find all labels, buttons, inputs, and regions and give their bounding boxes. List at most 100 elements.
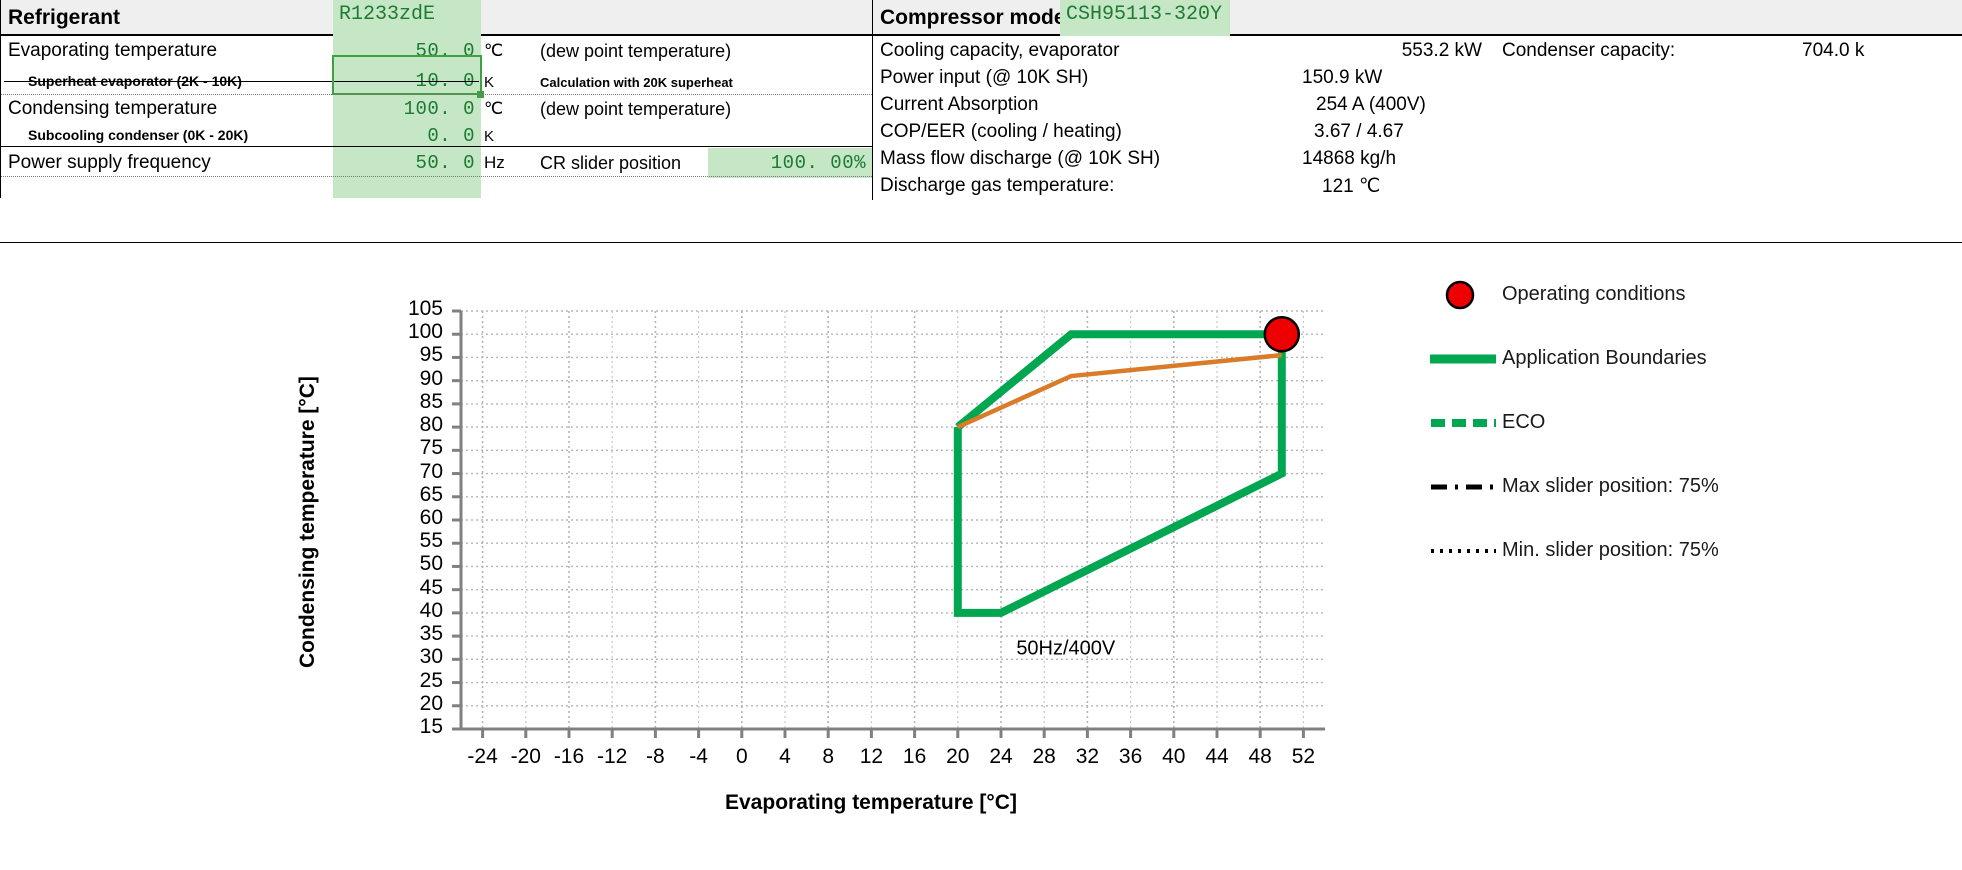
x-axis-tick-label: 32 (1075, 745, 1100, 768)
discharge-gas-temperature-value: 121 ℃ (1322, 176, 1381, 197)
cr-slider-position-label: CR slider position (540, 153, 682, 173)
row-superheat-evaporator: Superheat evaporator (2K - 10K) 10. 0 K … (0, 55, 872, 98)
row-power-supply-frequency: Power supply frequency 50. 0 Hz CR slide… (0, 148, 872, 178)
operating-point-marker[interactable] (1263, 315, 1301, 353)
mass-flow-discharge-value: 14868 kg/h (1302, 148, 1397, 169)
legend-item: Min. slider position: 75% (1430, 529, 1950, 573)
y-axis-tick-label: 80 (419, 413, 443, 437)
row-condensing-temperature: Condensing temperature 100. 0 ℃ (dew poi… (0, 94, 872, 121)
chart-annotation: 50Hz/400V (1016, 638, 1116, 660)
legend-label: Min. slider position: 75% (1502, 539, 1719, 561)
x-axis-tick-label: 20 (946, 745, 970, 768)
refrigerant-header-label: Refrigerant (8, 6, 121, 29)
cooling-capacity-label: Cooling capacity, evaporator (880, 40, 1120, 61)
y-axis-tick-label: 70 (419, 459, 443, 483)
current-absorption-value: 254 A (400V) (1316, 94, 1426, 115)
legend-label: Operating conditions (1502, 283, 1686, 305)
x-axis-tick-label: 24 (989, 745, 1013, 768)
y-axis-tick-label: 45 (419, 575, 443, 599)
x-axis-tick-label: 12 (859, 745, 884, 768)
x-axis-tick-label: 4 (779, 745, 791, 768)
row-discharge-gas-temperature: Discharge gas temperature: 121 ℃ (872, 171, 1962, 198)
x-axis-title: Evaporating temperature [°C] (725, 791, 1017, 814)
condensing-temperature-note: (dew point temperature) (540, 99, 732, 119)
legend-label: ECO (1502, 411, 1546, 433)
row-current-absorption: Current Absorption 254 A (400V) (872, 90, 1962, 117)
condensing-temperature-unit: ℃ (484, 99, 504, 118)
plot-area-wrapper: 50Hz/400V 15 20 25 30 35 40 45 50 55 60 65 70 75 80 85… (0, 243, 1400, 865)
condensing-temperature-label: Condensing temperature (8, 98, 218, 119)
refrigerant-value[interactable]: R1233zdE (333, 0, 481, 36)
summary-panel: Refrigerant R1233zdE Evaporating tempera… (0, 0, 1962, 242)
cop-eer-label: COP/EER (cooling / heating) (880, 121, 1122, 142)
chart-legend: Operating conditions Application Boundari… (1426, 273, 1950, 593)
y-axis-tick-label: 50 (419, 552, 443, 576)
y-axis-tick-label: 75 (419, 436, 443, 460)
evaporating-temperature-label: Evaporating temperature (8, 40, 218, 61)
row-divider (0, 176, 872, 177)
power-supply-frequency-label: Power supply frequency (8, 152, 211, 173)
y-axis-tick-label: 65 (419, 482, 443, 506)
x-axis-tick-label: 44 (1205, 745, 1229, 768)
y-axis-tick-label: 60 (419, 506, 443, 529)
legend-label: Application Boundaries (1502, 347, 1707, 369)
x-axis-tick-label: 28 (1032, 745, 1056, 768)
subcooling-condenser-unit: K (484, 128, 495, 145)
condenser-capacity-label: Condenser capacity: (1502, 40, 1676, 61)
panel-divider (872, 0, 873, 200)
x-axis-tick-label: -20 (510, 745, 541, 768)
superheat-evaporator-unit: K (484, 74, 495, 91)
y-axis-tick-label: 35 (419, 622, 443, 646)
cooling-capacity-value: 553.2 kW (1401, 40, 1482, 61)
refrigerant-panel: Refrigerant R1233zdE Evaporating tempera… (0, 0, 872, 198)
y-axis-tick-label: 85 (419, 389, 443, 413)
x-axis-tick-label: -16 (553, 745, 585, 768)
compressor-model-value[interactable]: CSH95113-320Y (1060, 0, 1230, 36)
x-axis-tick-label: 52 (1291, 745, 1316, 768)
power-supply-frequency-value[interactable]: 50. 0 (333, 152, 475, 174)
x-axis-tick-label: -24 (467, 745, 498, 768)
y-axis-tick-label: 20 (419, 691, 443, 715)
power-supply-frequency-unit: Hz (484, 153, 505, 172)
legend-item: Max slider position: 75% (1430, 465, 1950, 509)
condensing-temperature-value[interactable]: 100. 0 (333, 98, 475, 120)
compressor-header-row: Compressor model CSH95113-320Y (872, 0, 1962, 36)
discharge-gas-temperature-label: Discharge gas temperature: (880, 175, 1115, 196)
subcooling-condenser-label: Subcooling condenser (0K - 20K) (28, 127, 249, 143)
cr-slider-position-value[interactable]: 100. 00% (708, 152, 866, 174)
compressor-panel: Compressor model CSH95113-320Y Cooling c… (872, 0, 1962, 200)
condenser-capacity-value: 704.0 k (1802, 40, 1865, 61)
y-axis-tick-label: 90 (419, 366, 443, 390)
red-dot-marker-icon (1430, 273, 1496, 317)
x-axis-tick-label: 36 (1118, 745, 1143, 768)
green-solid-line-icon (1426, 337, 1501, 381)
power-input-value: 150.9 kW (1302, 67, 1383, 88)
legend-item: Operating conditions (1430, 273, 1950, 317)
row-mass-flow-discharge: Mass flow discharge (@ 10K SH) 14868 kg/… (872, 144, 1962, 171)
selected-cell-outline[interactable] (332, 55, 482, 95)
cop-eer-value: 3.67 / 4.67 (1314, 121, 1404, 142)
current-absorption-label: Current Absorption (880, 94, 1039, 115)
y-axis-tick-label: 40 (419, 598, 443, 622)
subcooling-condenser-value[interactable]: 0. 0 (333, 125, 475, 147)
panel-left-border (0, 0, 1, 198)
x-axis-tick-label: 40 (1162, 745, 1186, 768)
legend-item: Application Boundaries (1426, 337, 1950, 381)
x-axis-tick-label: -4 (689, 745, 708, 768)
y-axis-tick-label: 95 (419, 343, 443, 367)
row-cooling-capacity: Cooling capacity, evaporator 553.2 kW Co… (872, 36, 1962, 63)
refrigerant-header-row: Refrigerant R1233zdE (0, 0, 872, 36)
envelope-chart: 50Hz/400V 15 20 25 30 35 40 45 50 55 60 65 70 75 80 85… (0, 242, 1962, 865)
y-axis-tick-label: 30 (419, 645, 443, 669)
mass-flow-discharge-label: Mass flow discharge (@ 10K SH) (880, 148, 1161, 169)
x-axis-tick-label: 8 (822, 745, 835, 768)
row-divider-solid (0, 146, 872, 147)
power-input-label: Power input (@ 10K SH) (880, 67, 1089, 88)
row-power-input: Power input (@ 10K SH) 150.9 kW (872, 63, 1962, 90)
legend-label: Max slider position: 75% (1502, 475, 1719, 497)
y-axis-tick-label: 55 (419, 529, 443, 553)
y-axis-tick-label: 105 (407, 297, 443, 320)
y-axis-tick-label: 15 (419, 715, 443, 738)
evaporating-temperature-unit: ℃ (484, 41, 504, 60)
y-axis-tick-label: 100 (407, 320, 443, 344)
